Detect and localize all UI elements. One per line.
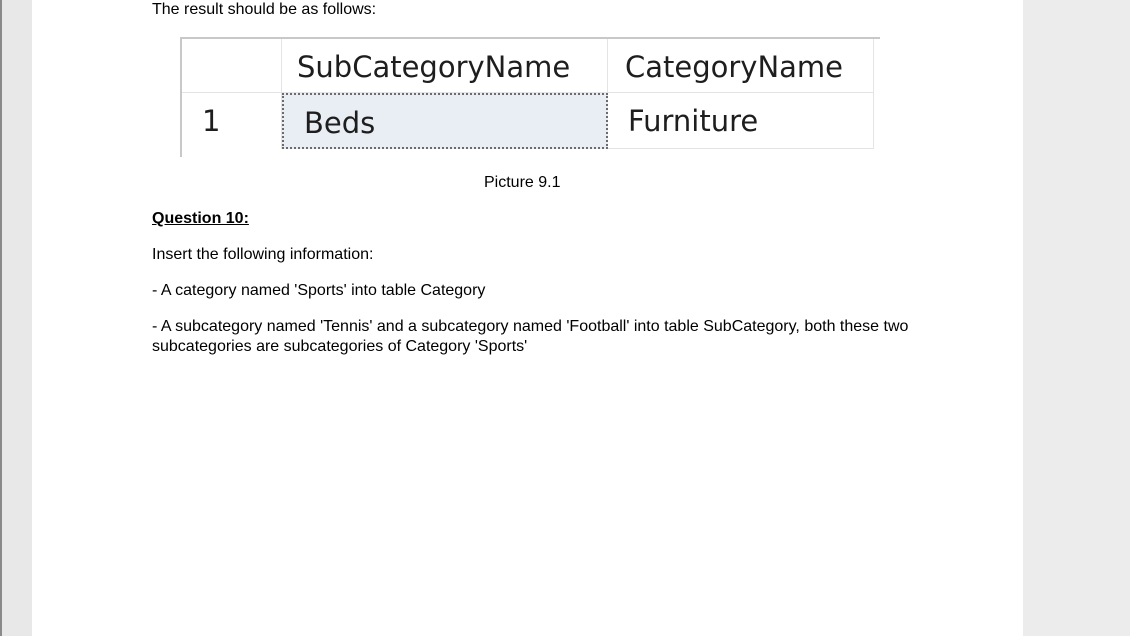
- intro-text: The result should be as follows:: [152, 1, 377, 18]
- bullet-item: - A category named 'Sports' into table C…: [152, 282, 486, 299]
- document-page: The result should be as follows: SubCate…: [32, 0, 1023, 636]
- document-viewer: The result should be as follows: SubCate…: [0, 0, 1130, 636]
- grid-header-categoryname: CategoryName: [608, 39, 874, 93]
- grid-header-row-number: [182, 39, 282, 93]
- bullet-item: - A subcategory named 'Tennis' and a sub…: [152, 318, 909, 355]
- grid-cell-subcategoryname: Beds: [282, 93, 608, 149]
- grid-cell-categoryname: Furniture: [608, 93, 874, 149]
- grid-header-subcategoryname: SubCategoryName: [282, 39, 608, 93]
- result-grid-image: SubCategoryName CategoryName 1 Beds Furn…: [180, 37, 880, 157]
- viewer-left-gutter: [2, 0, 32, 636]
- grid-row-number: 1: [182, 93, 282, 149]
- instruction-text: Insert the following information:: [152, 246, 374, 263]
- question-heading: Question 10:: [152, 210, 249, 227]
- figure-caption: Picture 9.1: [484, 174, 561, 191]
